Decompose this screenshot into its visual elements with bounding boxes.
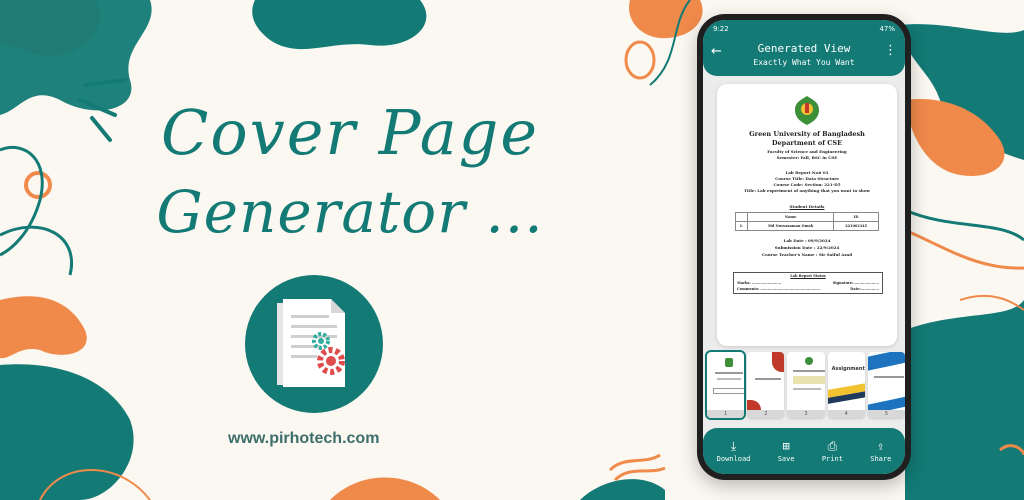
- status-battery: 47%: [879, 25, 895, 33]
- share-button[interactable]: ⇪ Share: [870, 440, 891, 463]
- save-icon: ⊞: [782, 438, 790, 453]
- thumbnail-number: 5: [867, 410, 905, 418]
- university-name: Green University of Bangladesh: [749, 130, 865, 138]
- table-header-row: Name ID: [735, 212, 879, 222]
- status-bar: 9:22 47%: [703, 20, 905, 38]
- report-title: Title: Lab experiment of anything that y…: [744, 188, 870, 193]
- marks-field: Marks: ........................: [737, 281, 782, 285]
- student-details-label: Student Details: [789, 204, 825, 209]
- table-cell: 1.: [735, 221, 748, 231]
- comments-field: Comments: ..............................…: [737, 287, 821, 291]
- thumbnail-number: 1: [707, 410, 745, 418]
- document-gear-icon: [277, 299, 345, 387]
- signature-field: Signature:.....................: [832, 281, 879, 285]
- course-code: Course Code: Section: 221-D5: [773, 182, 841, 187]
- more-vert-icon[interactable]: ⋮: [884, 43, 897, 58]
- template-thumbnail[interactable]: 5: [867, 352, 905, 418]
- thumbnail-number: 4: [827, 410, 865, 418]
- download-label: Download: [716, 454, 751, 463]
- table-cell: 221002345: [833, 221, 879, 231]
- save-button[interactable]: ⊞ Save: [778, 440, 795, 463]
- submission-date: Submission Date : 22/9/2024: [774, 245, 840, 250]
- print-icon: ⎙: [827, 438, 838, 453]
- template-thumbnail[interactable]: Assignment 4: [827, 352, 865, 418]
- thumbnail-number: 3: [787, 410, 825, 418]
- table-header: [735, 212, 748, 222]
- student-table: Name ID 1. Md Nuruzzaman Omok 221002345: [735, 212, 879, 231]
- table-cell: Md Nuruzzaman Omok: [746, 221, 835, 231]
- date-field: Date:...............: [850, 287, 879, 291]
- table-header: Name: [746, 212, 835, 222]
- phone-mockup: 9:22 47% ← Generated View Exactly What Y…: [697, 14, 911, 480]
- faculty-name: Faculty of Science and Engineering: [767, 149, 847, 154]
- cover-page-preview: Green University of Bangladesh Departmen…: [717, 84, 897, 346]
- print-button[interactable]: ⎙ Print: [822, 440, 843, 463]
- status-title: Lab Report Status: [790, 274, 826, 278]
- report-number: Lab Report No# 03: [785, 170, 829, 175]
- download-icon: ⤓: [730, 438, 737, 453]
- university-crest-icon: [795, 96, 819, 125]
- teacher-name: Course Teacher's Name : Sir Saiful Azad: [761, 252, 853, 257]
- share-label: Share: [870, 454, 892, 463]
- download-button[interactable]: ⤓ Download: [717, 440, 751, 463]
- print-label: Print: [821, 454, 843, 463]
- share-icon: ⇪: [877, 438, 885, 453]
- report-status-box: Lab Report Status Marks: ...............…: [733, 272, 883, 294]
- template-thumbnail[interactable]: 3: [787, 352, 825, 418]
- semester-info: Semester: Fall, BSC in CSE: [776, 155, 838, 160]
- table-header: ID: [833, 212, 879, 222]
- app-bar: ← Generated View Exactly What You Want ⋮: [703, 38, 905, 76]
- phone-screen: 9:22 47% ← Generated View Exactly What Y…: [703, 20, 905, 474]
- app-subtitle: Exactly What You Want: [753, 58, 855, 67]
- status-time: 9:22: [713, 25, 729, 33]
- course-title: Course Title: Data Structure: [775, 176, 839, 181]
- headline-line-1: Cover Page: [160, 96, 540, 169]
- app-logo: [245, 275, 383, 413]
- thumbnail-number: 2: [747, 410, 785, 418]
- website-url[interactable]: www.pirhotech.com: [228, 430, 379, 448]
- save-label: Save: [777, 454, 795, 463]
- bottom-action-bar: ⤓ Download ⊞ Save ⎙ Print ⇪ Share: [703, 428, 905, 474]
- department-name: Department of CSE: [771, 139, 843, 147]
- lab-date: Lab Date : 09/9/2024: [783, 238, 831, 243]
- table-row: 1. Md Nuruzzaman Omok 221002345: [735, 221, 879, 231]
- app-title: Generated View: [757, 42, 851, 55]
- headline-line-2: Generator ...: [156, 178, 544, 246]
- template-thumbnail[interactable]: 1: [704, 350, 747, 420]
- template-thumbnail[interactable]: 2: [747, 352, 785, 418]
- template-thumbnails: 1 2 3 Assignment 4 5: [704, 350, 905, 420]
